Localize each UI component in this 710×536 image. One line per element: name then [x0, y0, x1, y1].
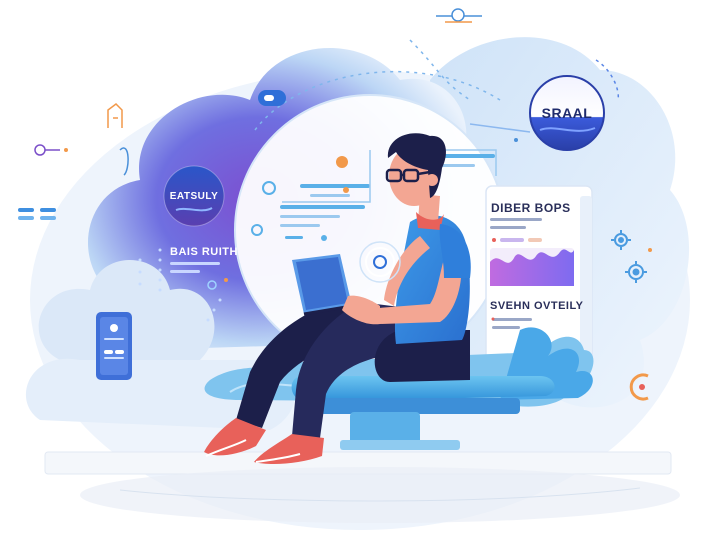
equals-icon [18, 208, 56, 220]
illustration-scene: EATSULY SRAAL BAIS RUITH DIBER BOPS SVEH… [0, 0, 710, 536]
link-icon [258, 90, 286, 106]
info-card-title: DIBER BOPS [491, 201, 571, 215]
info-card-subtitle: SVEHN OVTEILY [490, 300, 584, 312]
blue-small-dot [321, 235, 327, 241]
orange-small-dot [343, 187, 349, 193]
orange-dot [336, 156, 348, 168]
right-badge-dot [514, 138, 518, 142]
bench-body [320, 398, 520, 414]
toggle-icon [436, 8, 482, 23]
orange-arc-dot [639, 384, 645, 390]
key-icon [34, 144, 68, 156]
phone-card [96, 312, 132, 380]
bench-base [340, 440, 460, 450]
left-badge-label: EATSULY [169, 190, 219, 202]
gear-dot [648, 248, 652, 252]
flag-icon [107, 103, 123, 128]
left-panel-label: BAIS RUITH [170, 246, 238, 258]
right-badge-label: SRAAL [541, 105, 593, 121]
person-ear [426, 174, 438, 186]
